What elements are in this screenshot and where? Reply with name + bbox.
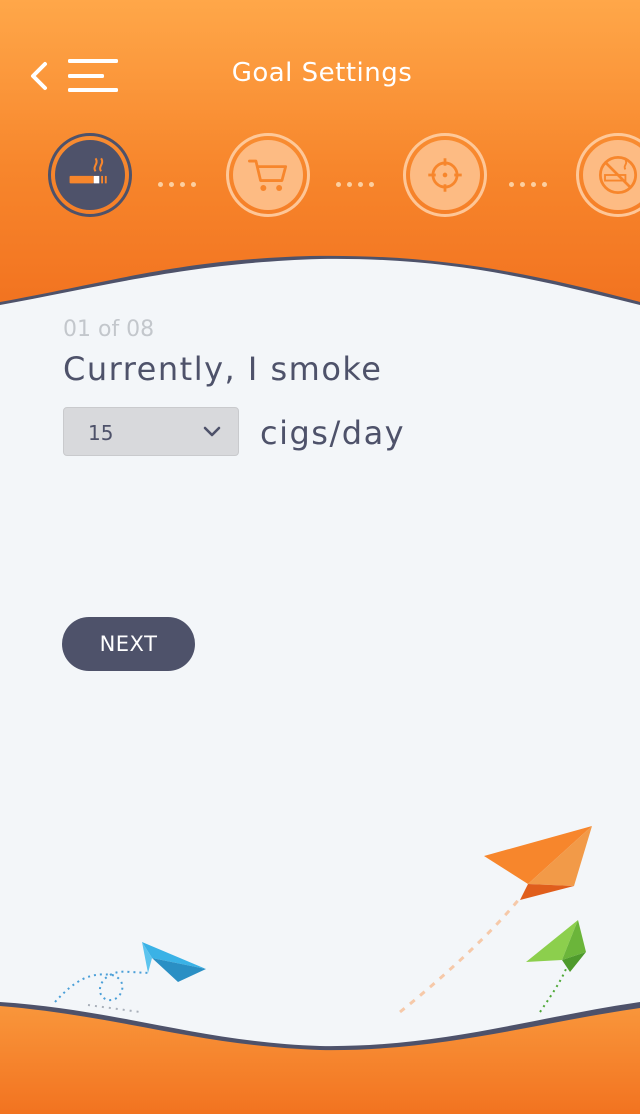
step-cart[interactable] — [226, 133, 310, 217]
footer-illustration — [0, 826, 640, 1114]
cigs-per-day-select[interactable]: 15 — [63, 407, 239, 456]
step-no-smoking[interactable] — [576, 133, 640, 217]
step-connector — [158, 172, 202, 187]
header-wave — [0, 255, 640, 305]
unit-label: cigs/day — [260, 414, 406, 452]
step-counter: 01 of 08 — [63, 317, 155, 342]
chevron-down-icon — [203, 426, 221, 437]
blue-paper-plane — [142, 942, 206, 982]
step-smoking[interactable] — [48, 133, 132, 217]
header: Goal Settings — [0, 0, 640, 305]
target-icon — [428, 158, 462, 192]
no-smoking-icon — [598, 155, 638, 195]
green-paper-plane — [526, 920, 586, 972]
step-target[interactable] — [403, 133, 487, 217]
step-connector — [336, 172, 380, 187]
cart-icon — [248, 159, 288, 191]
cigarette-icon — [69, 157, 107, 184]
step-connector — [509, 172, 553, 187]
select-value: 15 — [88, 421, 114, 445]
orange-paper-plane — [484, 826, 592, 900]
page-title: Goal Settings — [231, 58, 413, 88]
next-button[interactable]: NEXT — [62, 617, 195, 671]
question-label: Currently, I smoke — [63, 350, 383, 388]
